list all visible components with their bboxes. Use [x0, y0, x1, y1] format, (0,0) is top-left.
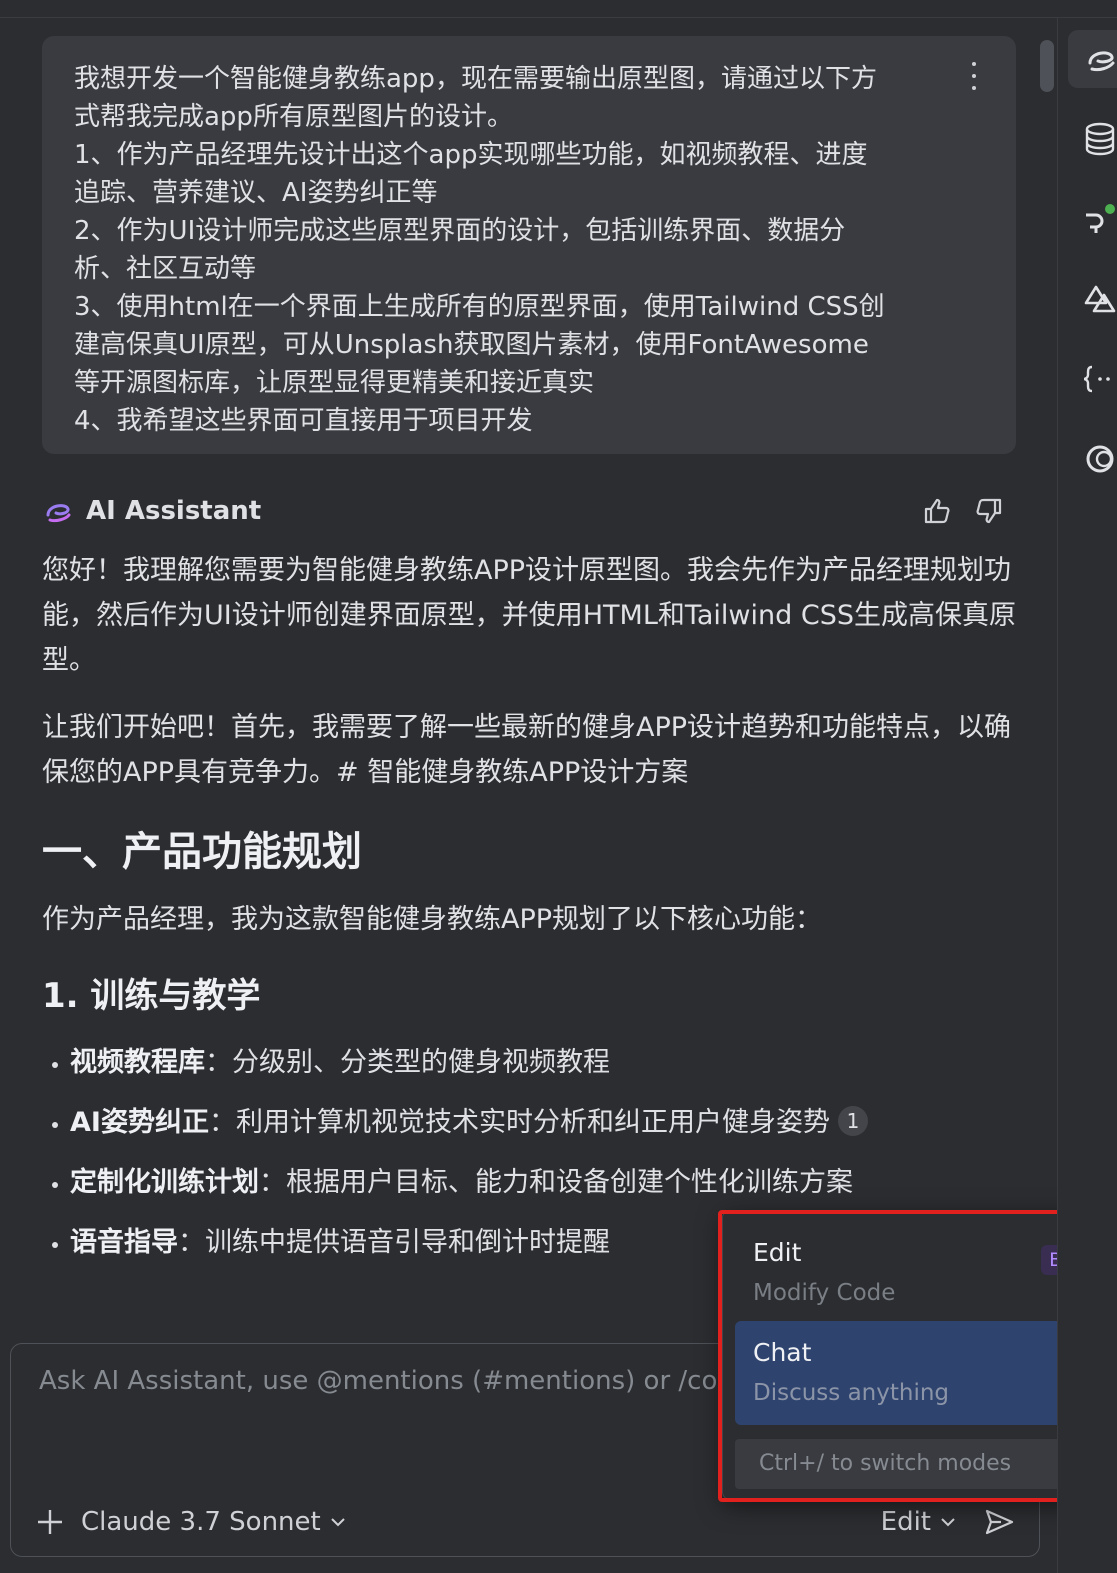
subsection-heading: 1. 训练与教学 [42, 976, 261, 1016]
structure-icon[interactable] [1068, 270, 1117, 328]
mode-option-title: Chat [753, 1338, 812, 1367]
mode-switch-hint: Ctrl+/ to switch modes [735, 1439, 1107, 1489]
assistant-header: AI Assistant [42, 493, 1016, 529]
citation-badge[interactable]: 1 [837, 1106, 868, 1136]
mode-option-title: Edit [753, 1238, 802, 1267]
mode-popup: Edit Modify Code Beta Chat Discuss anyth… [722, 1210, 1108, 1500]
user-message-text: 我想开发一个智能健身教练app，现在需要输出原型图，请通过以下方 式帮我完成ap… [74, 64, 885, 436]
mode-option-chat[interactable]: Chat Discuss anything [735, 1321, 1107, 1425]
add-context-icon[interactable] [35, 1507, 65, 1537]
chevron-down-icon[interactable] [329, 1513, 347, 1531]
plugin-status-icon[interactable] [1068, 190, 1117, 248]
top-bar [0, 0, 1117, 18]
ai-assistant-tool-icon[interactable] [1068, 30, 1117, 88]
assistant-response: 您好！我理解您需要为智能健身教练APP设计原型图。我会先作为产品经理规划功能，然… [42, 548, 1022, 1282]
mode-option-subtitle: Modify Code [753, 1280, 896, 1306]
response-paragraph: 让我们开始吧！首先，我需要了解一些最新的健身APP设计趋势和功能特点，以确保您的… [42, 712, 1012, 788]
mode-selector[interactable]: Edit [881, 1507, 957, 1537]
scrollbar-thumb[interactable] [1040, 40, 1054, 92]
send-icon[interactable] [983, 1506, 1015, 1538]
database-icon[interactable] [1068, 110, 1117, 168]
list-item: AI姿势纠正：利用计算机视觉技术实时分析和纠正用户健身姿势 1 [42, 1102, 1022, 1144]
list-item: 视频教程库：分级别、分类型的健身视频教程 [42, 1042, 1022, 1084]
model-selector[interactable]: Claude 3.7 Sonnet [81, 1507, 321, 1537]
ai-assistant-logo-icon [46, 504, 71, 523]
thumbs-up-icon[interactable] [920, 494, 954, 528]
refresh-icon[interactable] [1068, 430, 1117, 488]
chat-input-placeholder[interactable]: Ask AI Assistant, use @mentions (#mentio… [39, 1366, 768, 1396]
right-tool-strip [1057, 18, 1117, 1573]
mode-label[interactable]: Edit [881, 1507, 931, 1537]
thumbs-down-icon[interactable] [972, 494, 1006, 528]
list-item: 定制化训练计划：根据用户目标、能力和设备创建个性化训练方案 [42, 1162, 1022, 1204]
section-heading: 一、产品功能规划 [42, 829, 362, 875]
chevron-down-icon[interactable] [939, 1513, 957, 1531]
user-message-bubble: 我想开发一个智能健身教练app，现在需要输出原型图，请通过以下方 式帮我完成ap… [42, 36, 1016, 454]
code-braces-icon[interactable] [1068, 350, 1117, 408]
assistant-name: AI Assistant [86, 496, 262, 526]
more-options-icon[interactable] [968, 62, 980, 90]
section-intro: 作为产品经理，我为这款智能健身教练APP规划了以下核心功能： [42, 904, 823, 935]
mode-option-edit[interactable]: Edit Modify Code Beta [735, 1221, 1107, 1325]
response-paragraph: 您好！我理解您需要为智能健身教练APP设计原型图。我会先作为产品经理规划功能，然… [42, 555, 1016, 676]
input-toolbar: Claude 3.7 Sonnet Edit [35, 1502, 1015, 1542]
mode-option-subtitle: Discuss anything [753, 1380, 950, 1406]
